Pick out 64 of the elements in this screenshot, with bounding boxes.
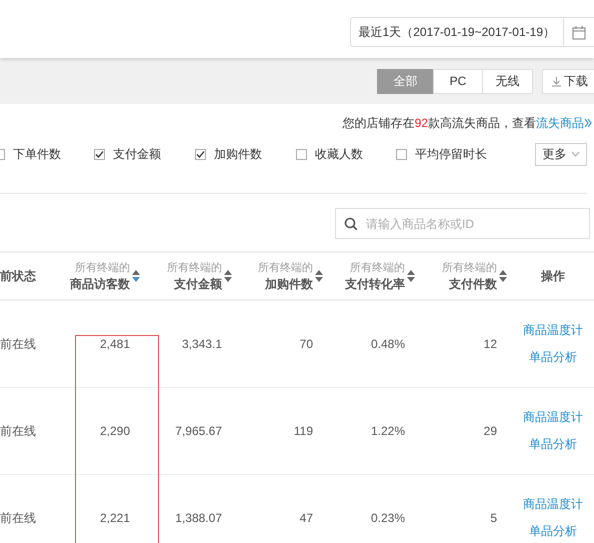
search-icon	[344, 216, 358, 230]
table-cell: 2,221	[100, 511, 130, 525]
column-header-prefix: 所有终端的	[258, 261, 313, 276]
metric-label: 收藏人数	[315, 146, 363, 162]
table-cell: 1,388.07	[175, 511, 222, 525]
table-cell: 29	[484, 424, 497, 438]
double-chevron-icon	[584, 118, 592, 128]
column-header: 操作	[541, 268, 565, 284]
terminal-tab[interactable]: PC	[433, 68, 483, 94]
sort-icon[interactable]	[132, 270, 140, 282]
metric-checkbox[interactable]	[195, 148, 206, 160]
table-cell: 7,965.67	[175, 424, 222, 438]
terminal-tab[interactable]: 无线	[482, 68, 533, 94]
sort-icon[interactable]	[224, 270, 232, 282]
table-cell: 70	[300, 337, 313, 351]
download-button[interactable]: 下载	[542, 68, 594, 94]
action-link[interactable]: 商品温度计	[523, 496, 583, 513]
table-cell: 2,481	[100, 337, 130, 351]
table-cell: 47	[300, 511, 313, 525]
download-icon	[551, 76, 562, 86]
table-cell: 1.22%	[370, 424, 405, 438]
column-header[interactable]: 商品访客数	[70, 276, 130, 292]
notice-text: 您的店铺存在92款高流失商品，查看流失商品	[342, 115, 584, 132]
search-field[interactable]: 请输入商品名称或ID	[335, 208, 590, 239]
table-cell: 5	[490, 511, 497, 525]
metric-checkbox[interactable]	[94, 148, 105, 160]
column-header[interactable]: 支付件数	[449, 276, 497, 292]
table-cell: 3,343.1	[182, 337, 222, 351]
metric-label: 加购件数	[214, 146, 262, 162]
date-range-label[interactable]: 最近1天（2017-01-19~2017-01-19）	[350, 18, 563, 46]
metric-label: 支付金额	[113, 146, 161, 162]
metric-label: 下单件数	[13, 146, 61, 162]
table-cell: 前在线	[0, 336, 36, 352]
column-header-prefix: 所有终端的	[167, 261, 222, 276]
column-header[interactable]: 支付转化率	[345, 276, 405, 292]
action-link[interactable]: 单品分析	[529, 349, 577, 366]
action-link[interactable]: 单品分析	[529, 523, 577, 540]
column-header: 前状态	[0, 268, 36, 284]
lost-products-link[interactable]: 流失商品	[536, 116, 584, 130]
table-cell: 0.48%	[370, 337, 405, 351]
table-cell: 前在线	[0, 422, 36, 440]
metric-label: 平均停留时长	[415, 146, 487, 162]
column-header-prefix: 所有终端的	[442, 261, 497, 276]
sort-icon[interactable]	[499, 270, 507, 282]
table-cell: 2,290	[100, 424, 130, 438]
date-range-picker[interactable]: 最近1天（2017-01-19~2017-01-19）	[350, 17, 594, 47]
column-header[interactable]: 支付金额	[174, 276, 222, 292]
calendar-icon[interactable]	[572, 24, 586, 40]
metric-checkbox[interactable]	[296, 148, 307, 160]
metric-checkbox[interactable]	[396, 148, 407, 160]
column-header-prefix: 所有终端的	[75, 261, 130, 276]
table-cell: 前在线	[0, 510, 36, 526]
action-link[interactable]: 单品分析	[529, 436, 577, 453]
caret-icon	[570, 151, 580, 157]
table-cell: 119	[294, 424, 313, 438]
more-dropdown[interactable]: 更多	[535, 142, 587, 166]
table-cell: 0.23%	[370, 511, 405, 525]
table-cell: 12	[484, 337, 497, 351]
column-header-prefix: 所有终端的	[350, 261, 405, 276]
sort-icon[interactable]	[315, 270, 323, 282]
action-link[interactable]: 商品温度计	[523, 409, 583, 426]
action-link[interactable]: 商品温度计	[523, 322, 583, 339]
column-header[interactable]: 加购件数	[265, 276, 313, 292]
sort-icon[interactable]	[407, 270, 415, 282]
